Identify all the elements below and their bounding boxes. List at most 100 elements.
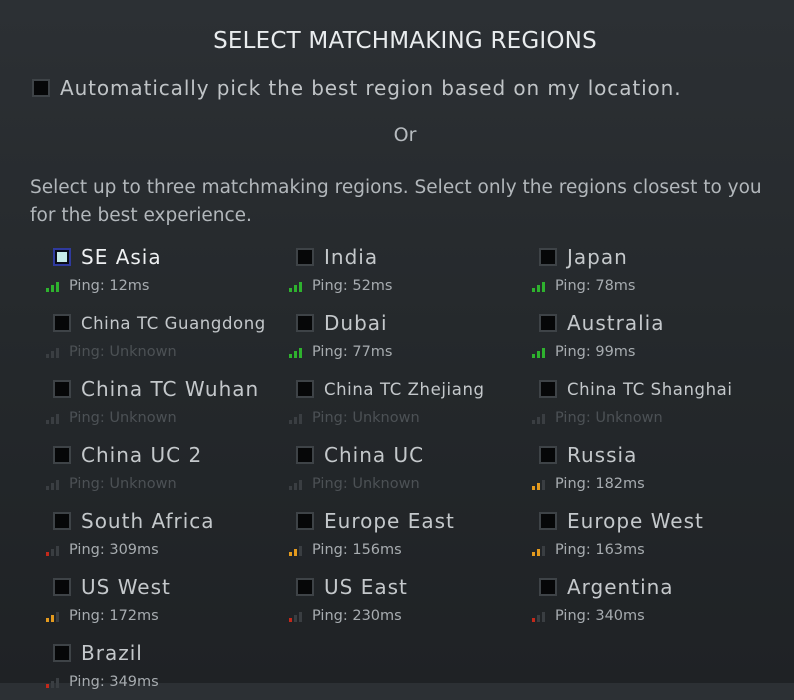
signal-strength-icon bbox=[46, 610, 66, 622]
region-ping: Ping: 172ms bbox=[46, 608, 293, 624]
region-checkbox[interactable] bbox=[539, 314, 557, 332]
region-checkbox[interactable] bbox=[53, 578, 71, 596]
region-checkbox[interactable] bbox=[296, 512, 314, 530]
region-option[interactable]: SE Asia Ping: 12ms bbox=[46, 244, 293, 304]
signal-strength-icon bbox=[532, 544, 552, 556]
region-option[interactable]: South Africa Ping: 309ms bbox=[46, 508, 293, 568]
region-option[interactable]: Europe West Ping: 163ms bbox=[532, 508, 779, 568]
region-ping: Ping: Unknown bbox=[532, 410, 779, 426]
region-ping: Ping: Unknown bbox=[46, 410, 293, 426]
region-header: India bbox=[296, 244, 536, 270]
region-header: China TC Wuhan bbox=[53, 376, 293, 402]
signal-strength-icon bbox=[289, 412, 309, 424]
region-checkbox[interactable] bbox=[296, 446, 314, 464]
region-name: SE Asia bbox=[81, 245, 162, 269]
region-option[interactable]: China UC 2 Ping: Unknown bbox=[46, 442, 293, 502]
ping-text: Ping: 52ms bbox=[312, 278, 393, 294]
region-name: US East bbox=[324, 575, 408, 599]
region-ping: Ping: 78ms bbox=[532, 278, 779, 294]
region-header: Australia bbox=[539, 310, 779, 336]
signal-strength-icon bbox=[46, 544, 66, 556]
region-checkbox[interactable] bbox=[53, 446, 71, 464]
region-header: China TC Zhejiang bbox=[296, 376, 536, 402]
region-name: China TC Wuhan bbox=[81, 377, 260, 401]
region-option[interactable]: Australia Ping: 99ms bbox=[532, 310, 779, 370]
region-header: Brazil bbox=[53, 640, 293, 666]
region-header: Japan bbox=[539, 244, 779, 270]
region-option[interactable]: Argentina Ping: 340ms bbox=[532, 574, 779, 634]
region-name: South Africa bbox=[81, 509, 215, 533]
region-option[interactable]: Dubai Ping: 77ms bbox=[289, 310, 536, 370]
region-checkbox[interactable] bbox=[296, 314, 314, 332]
region-ping: Ping: 340ms bbox=[532, 608, 779, 624]
region-name: China TC Guangdong bbox=[81, 313, 266, 333]
region-option[interactable]: India Ping: 52ms bbox=[289, 244, 536, 304]
region-checkbox[interactable] bbox=[53, 248, 71, 266]
region-checkbox[interactable] bbox=[539, 248, 557, 266]
signal-strength-icon bbox=[289, 478, 309, 490]
region-checkbox[interactable] bbox=[53, 314, 71, 332]
region-option[interactable]: China TC Guangdong Ping: Unknown bbox=[46, 310, 293, 370]
ping-text: Ping: 182ms bbox=[555, 476, 645, 492]
region-ping: Ping: 52ms bbox=[289, 278, 536, 294]
region-checkbox[interactable] bbox=[539, 578, 557, 596]
region-checkbox[interactable] bbox=[53, 512, 71, 530]
region-option[interactable]: Brazil Ping: 349ms bbox=[46, 640, 293, 700]
region-ping: Ping: 309ms bbox=[46, 542, 293, 558]
auto-pick-checkbox[interactable] bbox=[32, 79, 50, 97]
region-header: Argentina bbox=[539, 574, 779, 600]
region-option[interactable]: China TC Zhejiang Ping: Unknown bbox=[289, 376, 536, 436]
region-checkbox[interactable] bbox=[53, 644, 71, 662]
signal-strength-icon bbox=[532, 610, 552, 622]
region-header: SE Asia bbox=[53, 244, 293, 270]
region-option[interactable]: China UC Ping: Unknown bbox=[289, 442, 536, 502]
region-option[interactable]: China TC Shanghai Ping: Unknown bbox=[532, 376, 779, 436]
signal-strength-icon bbox=[289, 346, 309, 358]
region-name: Russia bbox=[567, 443, 638, 467]
region-option[interactable]: Japan Ping: 78ms bbox=[532, 244, 779, 304]
region-ping: Ping: 349ms bbox=[46, 674, 293, 690]
region-option[interactable]: China TC Wuhan Ping: Unknown bbox=[46, 376, 293, 436]
region-checkbox[interactable] bbox=[296, 248, 314, 266]
region-name: Japan bbox=[567, 245, 628, 269]
region-header: China TC Guangdong bbox=[53, 310, 293, 336]
ping-text: Ping: Unknown bbox=[312, 476, 420, 492]
region-header: China TC Shanghai bbox=[539, 376, 779, 402]
region-name: Europe East bbox=[324, 509, 455, 533]
region-name: India bbox=[324, 245, 379, 269]
region-option[interactable]: Russia Ping: 182ms bbox=[532, 442, 779, 502]
region-checkbox[interactable] bbox=[539, 512, 557, 530]
ping-text: Ping: 12ms bbox=[69, 278, 150, 294]
region-checkbox[interactable] bbox=[539, 380, 557, 398]
ping-text: Ping: Unknown bbox=[555, 410, 663, 426]
region-checkbox[interactable] bbox=[296, 578, 314, 596]
region-ping: Ping: 77ms bbox=[289, 344, 536, 360]
region-checkbox[interactable] bbox=[53, 380, 71, 398]
or-divider-text: Or bbox=[393, 124, 417, 146]
region-ping: Ping: Unknown bbox=[46, 344, 293, 360]
signal-strength-icon bbox=[289, 544, 309, 556]
region-header: Russia bbox=[539, 442, 779, 468]
region-name: Brazil bbox=[81, 641, 143, 665]
region-ping: Ping: 156ms bbox=[289, 542, 536, 558]
ping-text: Ping: 77ms bbox=[312, 344, 393, 360]
signal-strength-icon bbox=[46, 412, 66, 424]
region-checkbox[interactable] bbox=[296, 380, 314, 398]
region-option[interactable]: Europe East Ping: 156ms bbox=[289, 508, 536, 568]
auto-pick-label: Automatically pick the best region based… bbox=[60, 76, 682, 100]
signal-strength-icon bbox=[46, 478, 66, 490]
region-name: China UC 2 bbox=[81, 443, 203, 467]
region-instructions: Select up to three matchmaking regions. … bbox=[30, 177, 762, 226]
region-name: Dubai bbox=[324, 311, 388, 335]
region-header: China UC 2 bbox=[53, 442, 293, 468]
ping-text: Ping: 349ms bbox=[69, 674, 159, 690]
ping-text: Ping: 172ms bbox=[69, 608, 159, 624]
auto-pick-option[interactable]: Automatically pick the best region based… bbox=[32, 74, 682, 102]
region-option[interactable]: US East Ping: 230ms bbox=[289, 574, 536, 634]
ping-text: Ping: 340ms bbox=[555, 608, 645, 624]
region-checkbox[interactable] bbox=[539, 446, 557, 464]
region-option[interactable]: US West Ping: 172ms bbox=[46, 574, 293, 634]
signal-strength-icon bbox=[532, 412, 552, 424]
ping-text: Ping: Unknown bbox=[69, 344, 177, 360]
signal-strength-icon bbox=[532, 280, 552, 292]
